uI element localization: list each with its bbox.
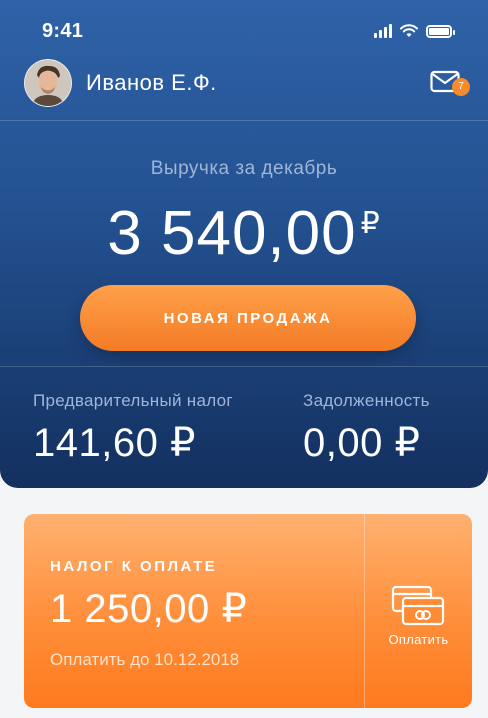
debt-label: Задолженность <box>303 391 430 410</box>
status-time: 9:41 <box>42 20 84 42</box>
avatar[interactable] <box>24 59 72 107</box>
credit-card-icon <box>391 585 445 626</box>
tax-due-date: Оплатить до 10.12.2018 <box>50 650 240 669</box>
new-sale-button[interactable]: НОВАЯ ПРОДАЖА <box>80 285 416 351</box>
preliminary-tax-value: 141,60 ₽ <box>33 421 196 465</box>
user-name: Иванов Е.Ф. <box>86 70 217 95</box>
preliminary-tax-label: Предварительный налог <box>33 391 233 410</box>
tax-due-card: НАЛОГ К ОПЛАТЕ 1 250,00 ₽ Оплатить до 10… <box>24 514 472 708</box>
cellular-signal-icon <box>374 24 392 38</box>
revenue-label: Выручка за декабрь <box>150 158 338 179</box>
debt-value: 0,00 ₽ <box>303 421 421 465</box>
pay-label: Оплатить <box>388 632 449 647</box>
hero-panel: 9:41 Иванов Е.Ф. 7 Выручка за декабрь 3 … <box>0 0 488 488</box>
battery-icon <box>426 24 455 38</box>
revenue-amount: 3 540,00 ₽ <box>0 198 488 269</box>
revenue-value: 3 540,00 <box>107 199 357 268</box>
user-profile[interactable]: Иванов Е.Ф. <box>24 58 217 108</box>
header-divider <box>0 120 488 121</box>
tax-title: НАЛОГ К ОПЛАТЕ <box>50 558 218 575</box>
status-bar: 9:41 <box>0 0 488 56</box>
revenue-currency: ₽ <box>360 207 381 240</box>
tax-amount: 1 250,00 ₽ <box>50 587 248 631</box>
stats-divider <box>0 366 488 367</box>
unread-badge: 7 <box>452 78 470 96</box>
wifi-icon <box>400 24 418 37</box>
messages-button[interactable]: 7 <box>430 70 470 100</box>
status-icons <box>374 24 455 38</box>
pay-button[interactable]: Оплатить <box>365 514 472 708</box>
